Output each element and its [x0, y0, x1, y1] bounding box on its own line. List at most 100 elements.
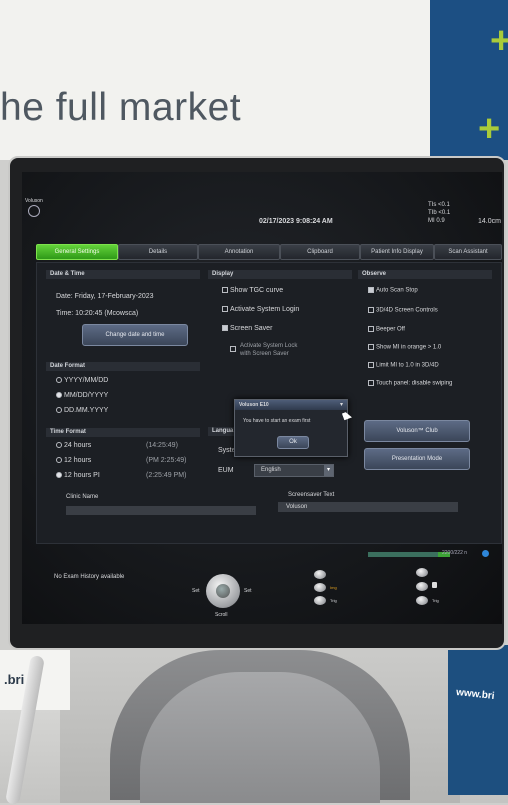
date-time-display: 02/17/2023 9:08:24 AM [259, 218, 333, 225]
time-format-example-1: (14:25:49) [146, 442, 178, 449]
rotary-knob-6[interactable] [416, 596, 428, 605]
checkbox-icon [368, 362, 374, 368]
date-format-section-title: Date Format [46, 362, 200, 371]
radio-icon [56, 442, 62, 449]
ge-logo-icon [28, 205, 40, 217]
knob-label-trig: Trig [330, 598, 337, 603]
radio-icon [56, 377, 62, 384]
rotary-knob-5[interactable] [416, 582, 428, 591]
knob-label-trig-right: Trig [432, 598, 439, 603]
person-icon [432, 582, 437, 588]
ultrasound-screen: Voluson 02/17/2023 9:08:24 AM TIs <0.1 T… [22, 172, 502, 624]
eum-language-label: EUM [218, 467, 234, 474]
screen-saver-checkbox[interactable]: Screen Saver [222, 325, 272, 332]
time-format-option-3[interactable]: 12 hours PI [56, 472, 100, 479]
screensaver-text-label: Screensaver Text [288, 492, 335, 498]
clinic-name-input[interactable] [66, 506, 256, 515]
tab-annotation[interactable]: Annotation [198, 244, 280, 260]
chevron-down-icon: ▾ [339, 402, 343, 408]
voluson-club-button[interactable]: Voluson™ Club [364, 420, 470, 442]
clinic-name-label: Clinic Name [66, 494, 99, 500]
banner-blue-panel: + + [430, 0, 508, 160]
chevron-down-icon: ▾ [324, 465, 333, 476]
knob-label-img: Img [330, 585, 337, 590]
rotary-knob-2[interactable] [314, 583, 326, 592]
activate-system-login-checkbox[interactable]: Activate System Login [222, 306, 299, 313]
time-format-example-3: (2:25:49 PM) [146, 472, 187, 479]
right-sign-text: www.bri [455, 687, 496, 702]
limit-mi-checkbox[interactable]: Limit MI to 1.0 in 3D/4D [368, 362, 439, 369]
display-section-title: Display [208, 270, 352, 279]
date-time-section-title: Date & Time [46, 270, 200, 279]
time-value: Time: 10:20:45 (Mcowsca) [56, 310, 139, 317]
right-sign: www.bri [448, 645, 508, 795]
rotary-knob-4[interactable] [416, 568, 428, 577]
exam-history-status: No Exam History available [54, 574, 125, 580]
date-value: Date: Friday, 17-February-2023 [56, 293, 154, 300]
time-format-option-2[interactable]: 12 hours [56, 457, 91, 464]
banner-slogan: he full market [0, 86, 242, 129]
tab-patient-info-display[interactable]: Patient Info Display [360, 244, 434, 260]
tab-clipboard[interactable]: Clipboard [280, 244, 360, 260]
app-logo: Voluson [25, 198, 43, 204]
right-set-label: Set [244, 588, 252, 594]
radio-icon [56, 457, 62, 464]
date-format-option-2[interactable]: MM/DD/YYYY [56, 392, 108, 399]
disk-usage-bar [368, 552, 438, 557]
dialog-message: You have to start an exam first [243, 418, 311, 424]
scroll-label: Scroll [215, 612, 228, 618]
checkbox-checked-icon [368, 287, 374, 293]
date-format-option-3[interactable]: DD.MM.YYYY [56, 407, 108, 414]
screen-controls-checkbox[interactable]: 3D/4D Screen Controls [368, 307, 438, 314]
language-select-value: English [261, 467, 281, 473]
checkbox-icon [368, 380, 374, 386]
beeper-off-checkbox[interactable]: Beeper Off [368, 326, 405, 333]
banner-panel [0, 0, 430, 160]
tab-general-settings[interactable]: General Settings [36, 244, 118, 260]
dialog-title-bar: Voluson E10 ▾ [235, 400, 347, 410]
auto-scan-stop-checkbox[interactable]: Auto Scan Stop [368, 287, 418, 294]
checkbox-icon [222, 287, 228, 294]
radio-selected-icon [56, 472, 62, 479]
tis-index: TIs <0.1 [428, 202, 450, 208]
radio-icon [56, 407, 62, 414]
tib-index: TIb <0.1 [428, 210, 451, 216]
date-format-option-1[interactable]: YYYY/MM/DD [56, 377, 108, 384]
time-format-option-1[interactable]: 24 hours [56, 442, 91, 449]
mi-index: MI 0.9 [428, 218, 445, 224]
checkbox-icon [222, 306, 228, 313]
presentation-mode-button[interactable]: Presentation Mode [364, 448, 470, 470]
change-date-time-button[interactable]: Change date and time [82, 324, 188, 346]
plus-icon: + [490, 20, 508, 62]
checkbox-icon [368, 307, 374, 313]
depth-readout: 14.0cm [478, 218, 501, 225]
show-mi-orange-checkbox[interactable]: Show MI in orange > 1.0 [368, 344, 441, 351]
tab-scan-assistant[interactable]: Scan Assistant [434, 244, 502, 260]
trackball-center-icon [216, 584, 230, 598]
checkbox-icon [230, 346, 236, 352]
dialog-title: Voluson E10 [239, 402, 269, 408]
plus-icon: + [478, 108, 501, 150]
message-dialog: Voluson E10 ▾ You have to start an exam … [234, 399, 348, 457]
system-language-label: Syste [218, 447, 236, 454]
rotary-knob-1[interactable] [314, 570, 326, 579]
checkbox-icon [368, 344, 374, 350]
radio-selected-icon [56, 392, 62, 399]
show-tgc-curve-checkbox[interactable]: Show TGC curve [222, 287, 283, 294]
left-set-label: Set [192, 588, 200, 594]
screensaver-text-input[interactable]: Voluson [278, 502, 458, 512]
tab-details[interactable]: Details [118, 244, 198, 260]
time-format-example-2: (PM 2:25:49) [146, 457, 187, 464]
disk-usage-text: 2200/222 n [442, 550, 468, 556]
screensaver-text-value: Voluson [286, 504, 308, 510]
ok-button[interactable]: Ok [277, 436, 309, 449]
rotary-knob-3[interactable] [314, 596, 326, 605]
status-dot-icon [482, 550, 489, 557]
checkbox-checked-icon [222, 325, 228, 332]
disable-swiping-checkbox[interactable]: Touch panel: disable swiping [368, 380, 452, 387]
observe-section-title: Observe [358, 270, 492, 279]
checkbox-icon [368, 326, 374, 332]
language-select[interactable]: English ▾ [254, 464, 334, 477]
system-lock-label: Activate System Lock with Screen Saver [240, 343, 298, 357]
time-format-section-title: Time Format [46, 428, 200, 437]
